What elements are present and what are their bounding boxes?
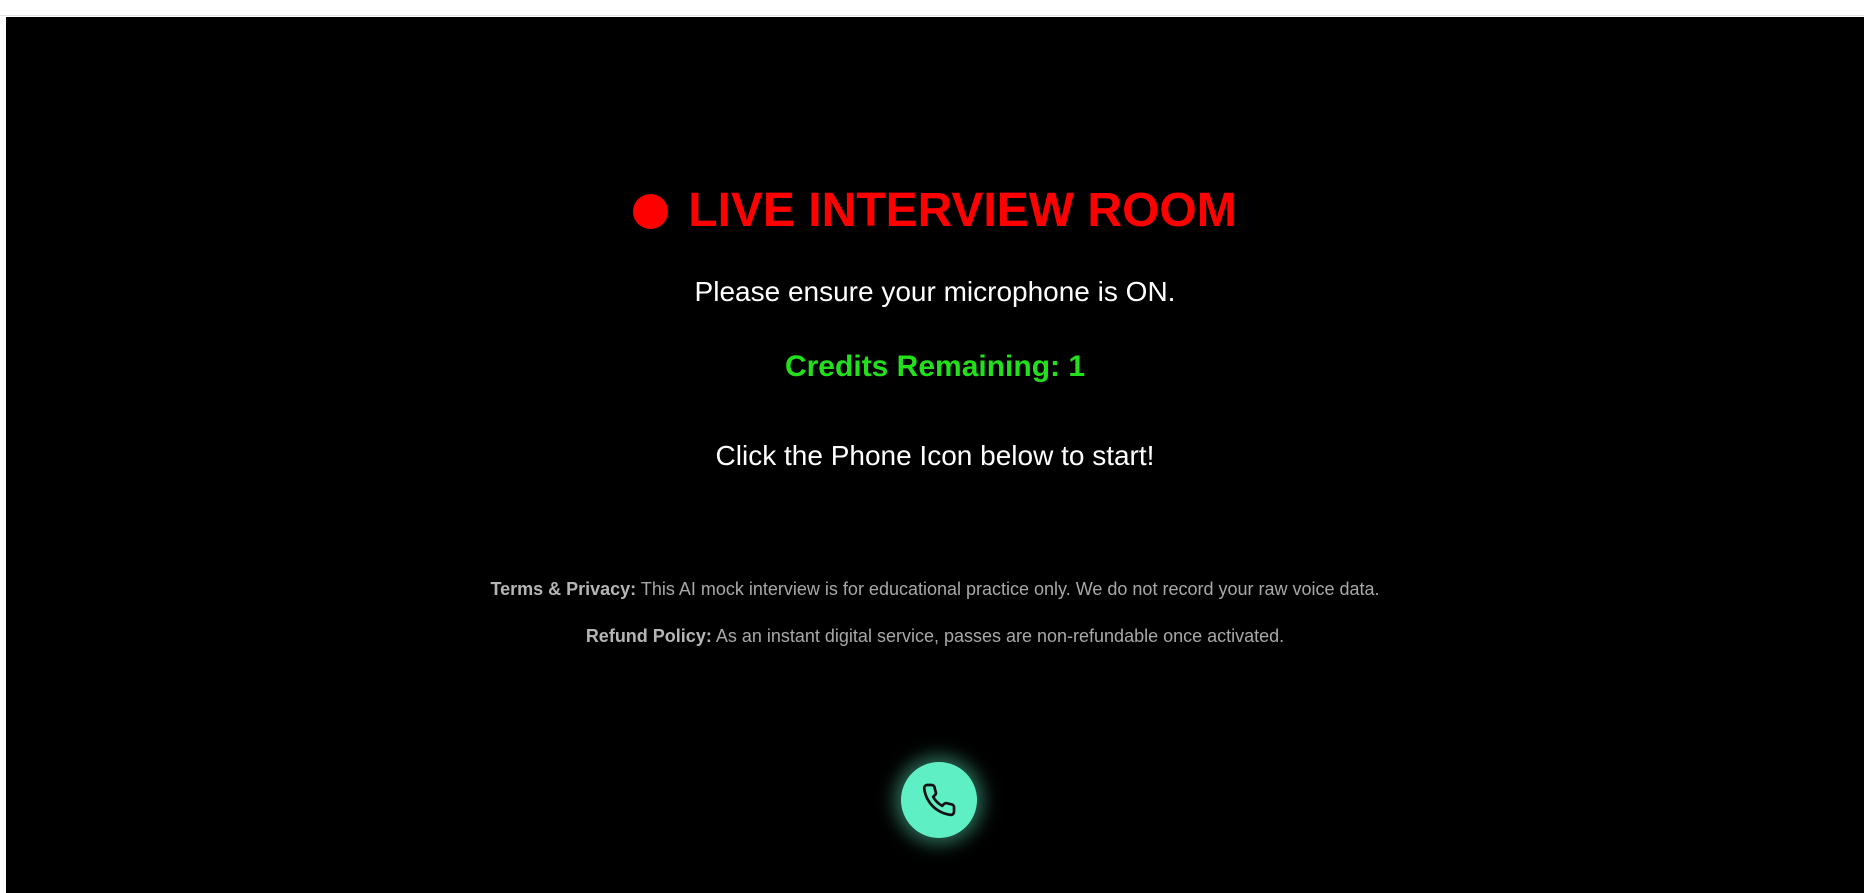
page-title: LIVE INTERVIEW ROOM xyxy=(6,181,1864,241)
refund-policy-note: Refund Policy: As an instant digital ser… xyxy=(6,625,1864,647)
live-recording-dot-icon xyxy=(633,193,669,229)
credits-remaining: Credits Remaining: 1 xyxy=(784,350,1086,383)
terms-label: Terms & Privacy: xyxy=(490,579,637,599)
start-call-button[interactable] xyxy=(901,762,977,838)
microphone-notice: Please ensure your microphone is ON. xyxy=(694,276,1176,307)
terms-text: This AI mock interview is for educationa… xyxy=(640,579,1380,599)
terms-privacy-note: Terms & Privacy: This AI mock interview … xyxy=(6,578,1864,600)
refund-label: Refund Policy: xyxy=(585,626,712,646)
interview-room-panel: LIVE INTERVIEW ROOM Please ensure your m… xyxy=(6,17,1864,893)
phone-icon xyxy=(922,783,956,817)
refund-text: As an instant digital service, passes ar… xyxy=(715,626,1285,646)
page-title-text: LIVE INTERVIEW ROOM xyxy=(688,184,1237,237)
start-instruction: Click the Phone Icon below to start! xyxy=(715,440,1155,471)
browser-top-strip xyxy=(0,0,1864,16)
